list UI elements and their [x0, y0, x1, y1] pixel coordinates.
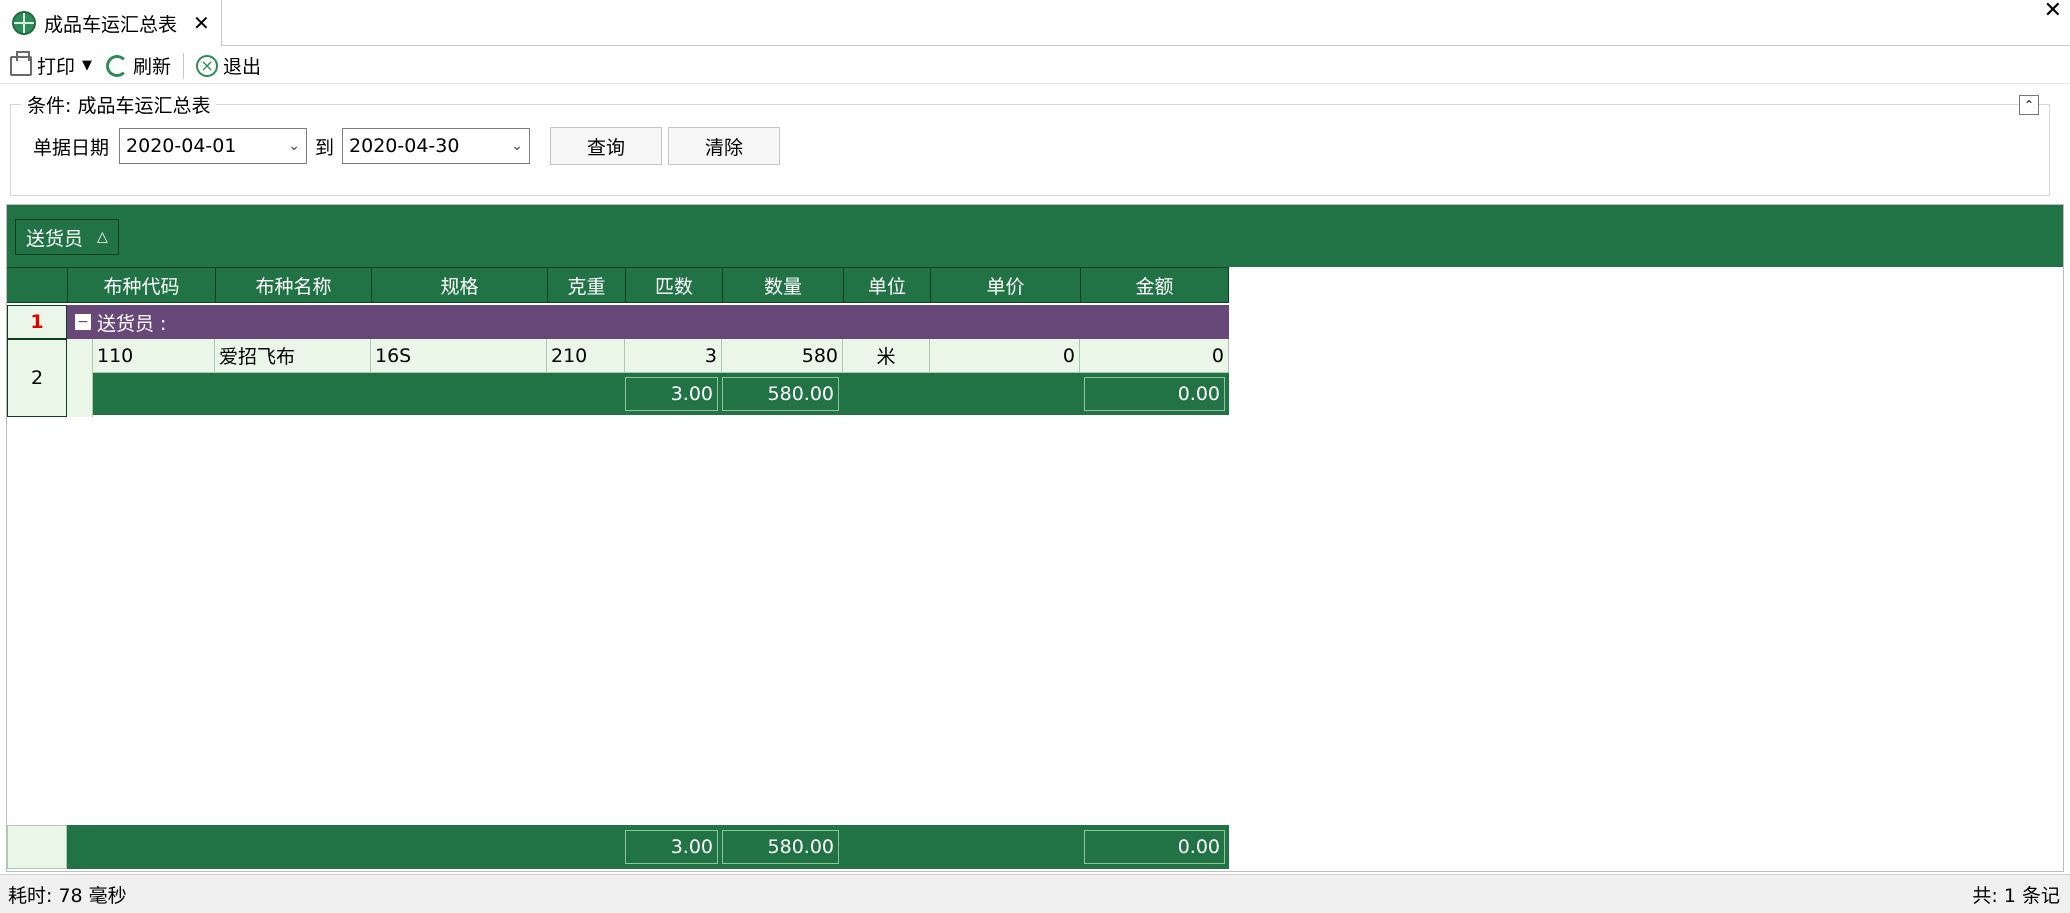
exit-button[interactable]: × 退出: [192, 51, 265, 81]
grand-sum-qty: 580.00: [722, 830, 839, 864]
cell-qty[interactable]: 580: [722, 339, 843, 373]
refresh-label: 刷新: [133, 56, 172, 78]
toolbar-separator: [183, 52, 185, 79]
grand-sum-amount: 0.00: [1084, 830, 1225, 864]
group-by-label: 送货员: [26, 227, 84, 250]
date-to-picker[interactable]: 2020-04-30 ⌄: [342, 128, 531, 164]
column-header[interactable]: 单价: [930, 267, 1080, 303]
column-header[interactable]: 规格: [371, 267, 547, 303]
date-label: 单据日期: [33, 136, 110, 159]
group-indent: [67, 339, 93, 417]
column-header[interactable]: 匹数: [625, 267, 722, 303]
group-sum-amount: 0.00: [1084, 377, 1225, 411]
clear-button[interactable]: 清除: [668, 127, 781, 165]
printer-icon: [10, 50, 32, 76]
sort-ascending-icon: △: [97, 229, 108, 245]
row-indicator[interactable]: 2: [7, 339, 67, 417]
toolbar: 打印 ▼ 刷新 × 退出: [0, 48, 2070, 84]
condition-group: 条件: 成品车运汇总表 ⌃ 单据日期 2020-04-01 ⌄ 到 2020-0…: [10, 91, 2050, 196]
condition-row: 单据日期 2020-04-01 ⌄ 到 2020-04-30 ⌄ 查询 清除: [33, 127, 781, 165]
cell-name[interactable]: 爱招飞布: [215, 339, 371, 373]
group-row[interactable]: − 送货员 :: [67, 305, 1229, 339]
group-sum-pieces: 3.00: [625, 377, 718, 411]
query-button[interactable]: 查询: [550, 127, 663, 165]
column-header[interactable]: 布种名称: [215, 267, 371, 303]
group-sum-qty: 580.00: [722, 377, 839, 411]
date-from-picker[interactable]: 2020-04-01 ⌄: [119, 128, 308, 164]
grand-sum-pieces: 3.00: [625, 830, 718, 864]
collapse-group-icon[interactable]: −: [75, 314, 91, 330]
column-header[interactable]: 金额: [1080, 267, 1229, 303]
condition-legend: 条件: 成品车运汇总表: [21, 91, 217, 118]
print-label: 打印: [37, 56, 76, 78]
group-panel: 送货员 △: [7, 205, 2063, 267]
cell-unit[interactable]: 米: [843, 339, 930, 373]
cell-amount[interactable]: 0: [1080, 339, 1229, 373]
refresh-button[interactable]: 刷新: [102, 51, 175, 81]
status-bar: 耗时: 78 毫秒 共: 1 条记: [0, 874, 2070, 913]
cell-price[interactable]: 0: [930, 339, 1080, 373]
footer-indicator: [7, 825, 67, 869]
exit-label: 退出: [223, 56, 262, 78]
print-button[interactable]: 打印 ▼: [6, 50, 96, 81]
tab-bar: 成品车运汇总表 ✕ ✕: [0, 0, 2070, 46]
chevron-down-icon[interactable]: ⌄: [511, 138, 523, 154]
collapse-icon[interactable]: ⌃: [2019, 95, 2039, 115]
column-header[interactable]: 克重: [547, 267, 625, 303]
group-by-chip[interactable]: 送货员 △: [15, 219, 119, 255]
globe-icon: [12, 11, 36, 35]
exit-icon: ×: [196, 54, 219, 77]
row-indicator-header: [7, 267, 67, 303]
caret-down-icon[interactable]: ▼: [82, 58, 92, 73]
elapsed-time: 耗时: 78 毫秒: [8, 884, 127, 907]
row-indicator[interactable]: 1: [7, 305, 67, 339]
record-count: 共: 1 条记: [1972, 884, 2060, 907]
window-close-icon[interactable]: ✕: [2044, 0, 2062, 22]
chevron-down-icon[interactable]: ⌄: [288, 138, 300, 154]
column-header[interactable]: 单位: [843, 267, 930, 303]
group-row-label: 送货员 :: [97, 312, 167, 335]
tab-close-icon[interactable]: ✕: [193, 13, 210, 33]
column-header[interactable]: 数量: [722, 267, 843, 303]
refresh-icon: [106, 54, 129, 77]
date-from-value: 2020-04-01: [126, 135, 237, 157]
cell-spec[interactable]: 16S: [371, 339, 547, 373]
cell-weight[interactable]: 210: [547, 339, 625, 373]
tab-report[interactable]: 成品车运汇总表 ✕: [0, 0, 222, 46]
date-to-value: 2020-04-30: [349, 135, 460, 157]
cell-code[interactable]: 110: [93, 339, 215, 373]
column-header[interactable]: 布种代码: [67, 267, 215, 303]
cell-pieces[interactable]: 3: [625, 339, 722, 373]
tab-title: 成品车运汇总表: [44, 13, 178, 36]
data-grid: 送货员 △ 布种代码 布种名称 规格 克重 匹数 数量 单位 单价 金额 1 −…: [6, 204, 2064, 872]
to-label: 到: [315, 136, 335, 159]
